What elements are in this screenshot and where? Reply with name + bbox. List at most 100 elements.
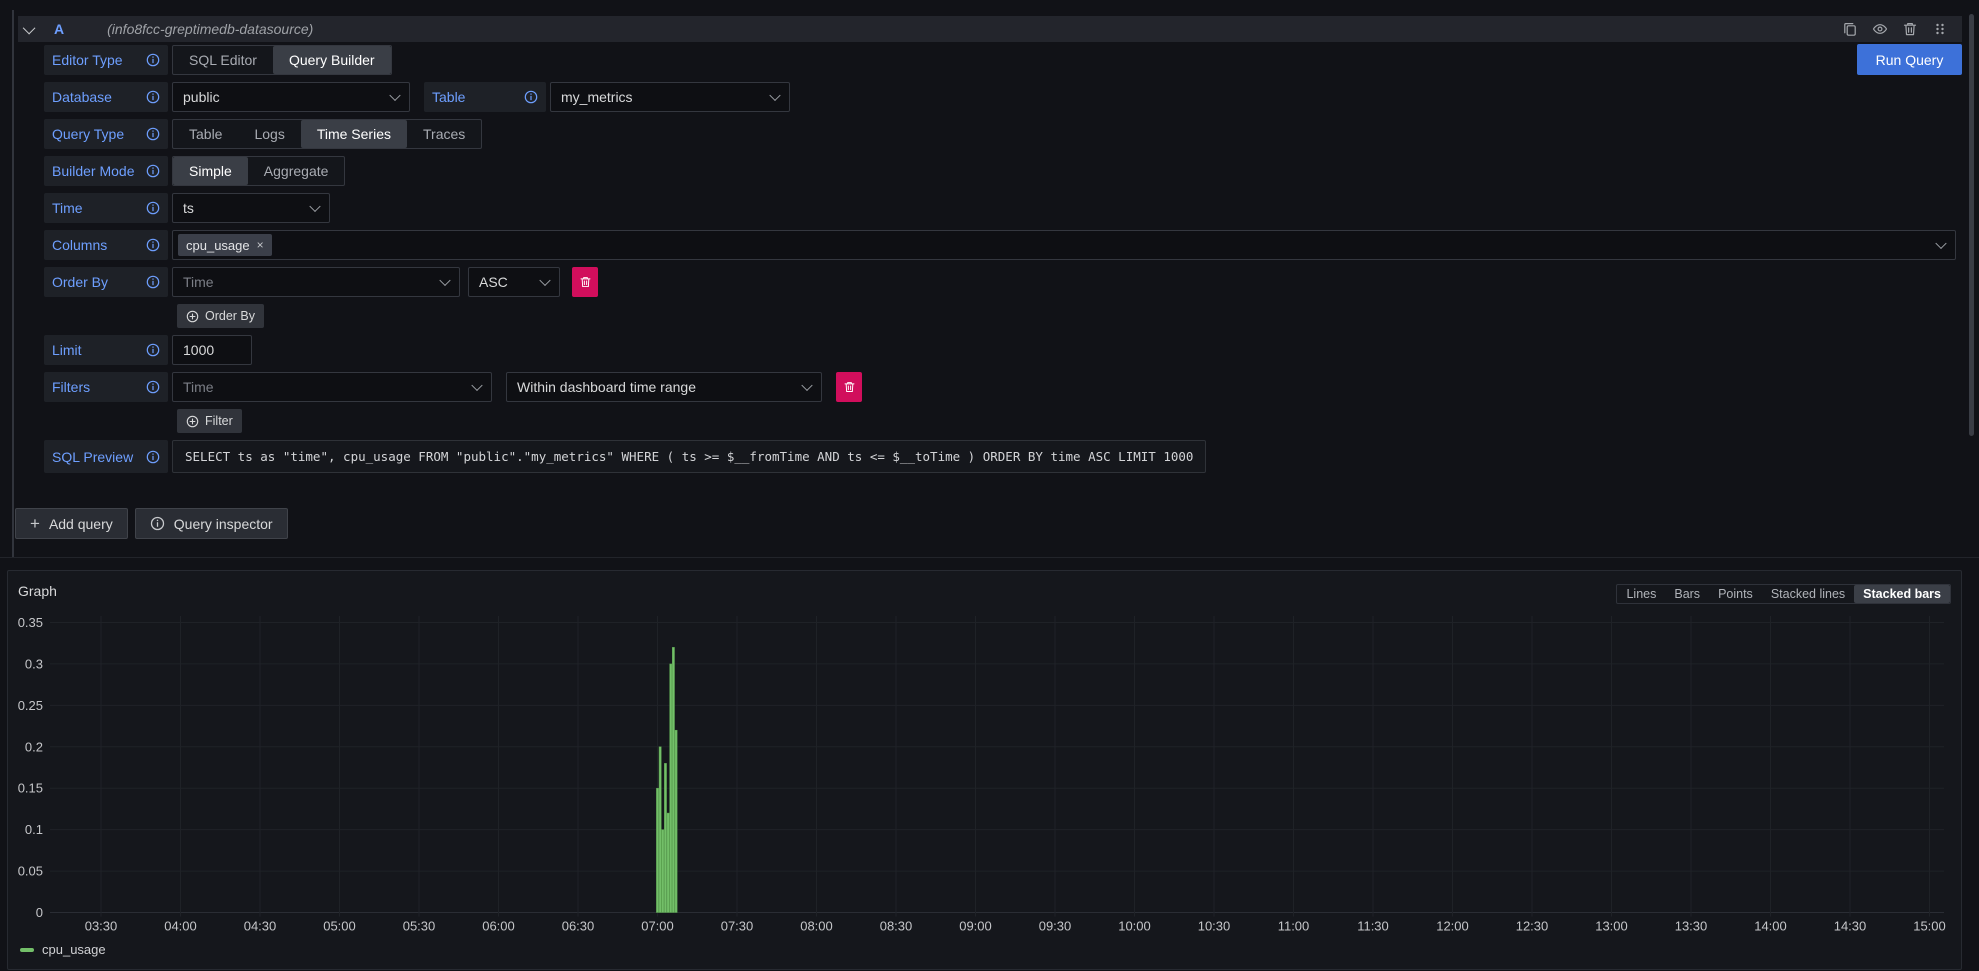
svg-text:0.2: 0.2 (25, 739, 43, 754)
column-tag[interactable]: cpu_usage × (178, 234, 272, 256)
time-column-select[interactable]: ts (172, 193, 330, 223)
add-order-by-button[interactable]: Order By (177, 304, 264, 328)
display-mode-tabs-option-stacked-lines[interactable]: Stacked lines (1762, 585, 1854, 603)
duplicate-query-icon[interactable] (1842, 21, 1858, 37)
columns-label: Columns (44, 230, 168, 260)
editor-row-builder-mode: Builder Mode SimpleAggregate (0, 156, 1979, 186)
display-mode-tabs: LinesBarsPointsStacked linesStacked bars (1616, 584, 1951, 604)
svg-text:08:00: 08:00 (800, 919, 833, 934)
graph-panel: 00.050.10.150.20.250.30.3503:3004:0004:3… (7, 570, 1962, 970)
bar-07:00 (656, 788, 658, 912)
info-icon[interactable] (146, 53, 160, 67)
drag-handle-icon[interactable] (1932, 21, 1948, 37)
sql-preview-label: SQL Preview (44, 440, 168, 473)
limit-label: Limit (44, 335, 168, 365)
query-type-toggle-option-table[interactable]: Table (173, 120, 238, 148)
svg-text:06:00: 06:00 (482, 919, 515, 934)
query-builder-form: Editor Type SQL EditorQuery Builder Data… (0, 45, 1979, 539)
info-icon[interactable] (146, 275, 160, 289)
svg-text:14:00: 14:00 (1754, 919, 1787, 934)
remove-tag-icon[interactable]: × (257, 239, 264, 251)
trash-icon[interactable] (1902, 21, 1918, 37)
svg-text:08:30: 08:30 (880, 919, 913, 934)
editor-row-database: Database public Table my_metrics (0, 82, 1979, 112)
display-mode-tabs-option-stacked-bars[interactable]: Stacked bars (1854, 585, 1950, 603)
svg-text:06:30: 06:30 (562, 919, 595, 934)
display-mode-tabs-option-points[interactable]: Points (1709, 585, 1762, 603)
svg-text:10:00: 10:00 (1118, 919, 1151, 934)
remove-order-by-button[interactable] (572, 267, 598, 297)
info-icon[interactable] (146, 201, 160, 215)
svg-text:09:00: 09:00 (959, 919, 992, 934)
svg-text:04:30: 04:30 (244, 919, 277, 934)
builder-mode-toggle: SimpleAggregate (172, 156, 345, 186)
query-row-header[interactable]: A (info8fcc-greptimedb-datasource) (18, 16, 1962, 42)
table-select[interactable]: my_metrics (550, 82, 790, 112)
chevron-down-icon (539, 275, 550, 286)
collapse-chevron-icon[interactable] (23, 21, 36, 34)
editor-type-label: Editor Type (44, 45, 168, 75)
query-type-label: Query Type (44, 119, 168, 149)
legend-series-toggle[interactable]: cpu_usage (20, 942, 106, 957)
bar-07:06 (672, 647, 674, 912)
builder-mode-toggle-option-aggregate[interactable]: Aggregate (248, 157, 345, 185)
filters-label: Filters (44, 372, 168, 402)
info-icon[interactable] (146, 127, 160, 141)
info-icon[interactable] (146, 343, 160, 357)
editor-row-add-filter: Filter (0, 409, 1979, 433)
chart-gridlines (50, 616, 1944, 917)
editor-type-toggle: SQL EditorQuery Builder (172, 45, 392, 75)
info-icon[interactable] (146, 450, 160, 464)
svg-text:13:30: 13:30 (1675, 919, 1708, 934)
info-icon[interactable] (146, 164, 160, 178)
add-query-button[interactable]: + Add query (15, 508, 128, 539)
display-mode-tabs-option-lines[interactable]: Lines (1617, 585, 1665, 603)
editor-type-toggle-option-sql-editor[interactable]: SQL Editor (173, 46, 273, 74)
chart-axis-labels: 00.050.10.150.20.250.30.3503:3004:0004:3… (18, 615, 1946, 934)
query-inspector-button[interactable]: Query inspector (135, 508, 288, 539)
panel-title: Graph (18, 583, 57, 599)
display-mode-tabs-option-bars[interactable]: Bars (1665, 585, 1709, 603)
svg-text:14:30: 14:30 (1834, 919, 1867, 934)
svg-text:0.15: 0.15 (18, 781, 43, 796)
order-by-direction-select[interactable]: ASC (468, 267, 560, 297)
order-by-label: Order By (44, 267, 168, 297)
query-type-toggle-option-time-series[interactable]: Time Series (301, 120, 407, 148)
time-series-chart: 00.050.10.150.20.250.30.3503:3004:0004:3… (8, 571, 1961, 969)
chevron-down-icon (769, 90, 780, 101)
svg-text:11:00: 11:00 (1278, 919, 1310, 934)
svg-text:0.05: 0.05 (18, 864, 43, 879)
filter-field-select[interactable]: Time (172, 372, 492, 402)
eye-icon[interactable] (1872, 21, 1888, 37)
info-icon[interactable] (524, 90, 538, 104)
info-icon[interactable] (146, 380, 160, 394)
svg-text:09:30: 09:30 (1039, 919, 1072, 934)
database-label: Database (44, 82, 168, 112)
info-icon[interactable] (146, 238, 160, 252)
series-color-dash (20, 948, 34, 952)
plus-circle-icon (186, 415, 199, 428)
svg-text:0.1: 0.1 (25, 822, 43, 837)
limit-input[interactable]: 1000 (172, 335, 252, 365)
remove-filter-button[interactable] (836, 372, 862, 402)
order-by-field-select[interactable]: Time (172, 267, 460, 297)
grafana-query-editor-page: { "header": { "ref_id": "A", "datasource… (0, 0, 1979, 971)
svg-text:0.25: 0.25 (18, 698, 43, 713)
add-filter-button[interactable]: Filter (177, 409, 242, 433)
builder-mode-toggle-option-simple[interactable]: Simple (173, 157, 248, 185)
series-name: cpu_usage (42, 942, 106, 957)
chevron-down-icon (309, 201, 320, 212)
sql-preview-text: SELECT ts as "time", cpu_usage FROM "pub… (172, 440, 1206, 473)
info-icon[interactable] (146, 90, 160, 104)
editor-row-columns: Columns cpu_usage × (0, 230, 1979, 260)
plus-icon: + (30, 514, 40, 534)
chart-bars (656, 647, 677, 912)
columns-multiselect[interactable]: cpu_usage × (172, 230, 1956, 260)
database-select[interactable]: public (172, 82, 410, 112)
filter-condition-select[interactable]: Within dashboard time range (506, 372, 822, 402)
editor-type-toggle-option-query-builder[interactable]: Query Builder (273, 46, 391, 74)
svg-text:12:00: 12:00 (1436, 919, 1469, 934)
query-type-toggle-option-traces[interactable]: Traces (407, 120, 481, 148)
query-ref-id: A (54, 21, 64, 37)
query-type-toggle-option-logs[interactable]: Logs (238, 120, 300, 148)
